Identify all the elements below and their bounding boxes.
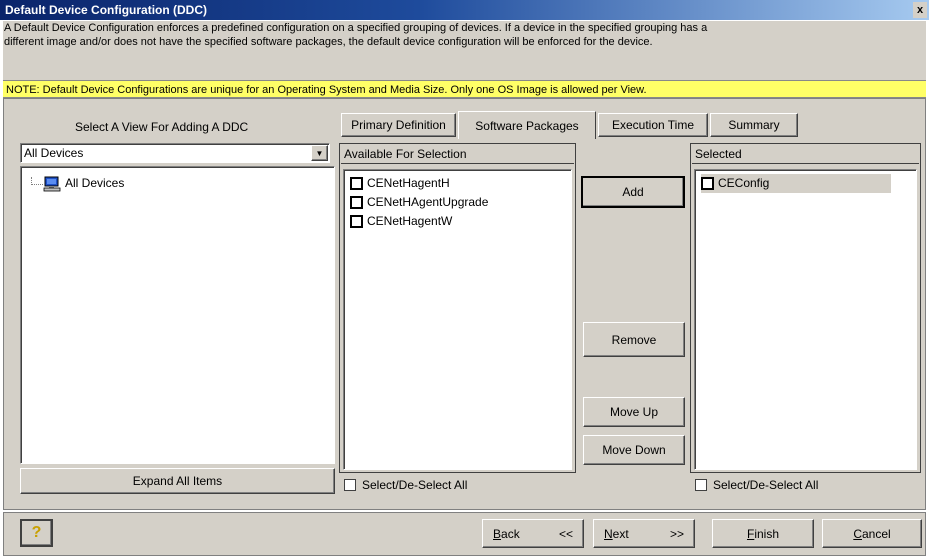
tree-item-all-devices[interactable]: All Devices xyxy=(43,174,124,193)
description-line-2: different image and/or does not have the… xyxy=(4,36,653,48)
back-label: Back xyxy=(493,526,520,541)
checkbox[interactable] xyxy=(350,196,363,209)
list-item-label: CENetHagentH xyxy=(367,176,450,190)
window-title: Default Device Configuration (DDC) xyxy=(0,0,929,20)
note-banner: NOTE: Default Device Configurations are … xyxy=(3,80,926,98)
description-spacer xyxy=(3,66,926,80)
cancel-button[interactable]: Cancel xyxy=(822,519,922,548)
help-button[interactable]: ? xyxy=(20,519,53,547)
checkbox[interactable] xyxy=(350,177,363,190)
available-list[interactable]: CENetHagentH CENetHAgentUpgrade CENetHag… xyxy=(343,169,572,470)
view-select[interactable]: All Devices ▼ xyxy=(20,143,330,163)
view-select-heading: Select A View For Adding A DDC xyxy=(75,120,249,134)
finish-label: Finish xyxy=(746,526,780,541)
checkbox[interactable] xyxy=(350,215,363,228)
chevron-down-icon[interactable]: ▼ xyxy=(311,145,328,161)
tree-connector-vertical xyxy=(31,177,32,185)
description-text: A Default Device Configuration enforces … xyxy=(4,21,922,49)
list-item[interactable]: CEConfig xyxy=(701,174,891,193)
description-line-1: A Default Device Configuration enforces … xyxy=(4,22,708,34)
question-mark-icon: ? xyxy=(31,524,42,541)
selected-list-header: Selected xyxy=(692,145,919,164)
view-tree[interactable]: All Devices xyxy=(20,166,335,464)
tree-connector xyxy=(31,184,43,185)
list-item[interactable]: CENetHAgentUpgrade xyxy=(350,193,488,212)
move-down-button[interactable]: Move Down xyxy=(583,435,685,465)
tab-software-packages[interactable]: Software Packages xyxy=(458,111,596,139)
next-button[interactable]: Next >> xyxy=(593,519,695,548)
list-item-label: CENetHAgentUpgrade xyxy=(367,195,489,209)
select-all-label: Select/De-Select All xyxy=(713,478,819,492)
available-select-all[interactable]: Select/De-Select All xyxy=(344,477,467,493)
next-label: Next xyxy=(604,526,629,541)
list-item-label: CENetHagentW xyxy=(367,214,453,228)
cancel-label: Cancel xyxy=(853,526,891,541)
select-all-checkbox[interactable] xyxy=(344,479,356,491)
back-button[interactable]: Back << xyxy=(482,519,584,548)
available-list-header: Available For Selection xyxy=(341,145,574,164)
remove-button[interactable]: Remove xyxy=(583,322,685,357)
tab-primary-definition[interactable]: Primary Definition xyxy=(341,113,456,137)
add-button[interactable]: Add xyxy=(581,176,685,208)
next-arrows: >> xyxy=(669,526,684,541)
finish-button[interactable]: Finish xyxy=(712,519,814,548)
available-list-frame: Available For Selection CENetHagentH CEN… xyxy=(339,143,576,473)
expand-all-items-button[interactable]: Expand All Items xyxy=(20,468,335,494)
selected-list-frame: Selected CEConfig xyxy=(690,143,921,473)
back-arrows: << xyxy=(558,526,573,541)
tab-summary[interactable]: Summary xyxy=(710,113,798,137)
selected-select-all[interactable]: Select/De-Select All xyxy=(695,477,818,493)
selected-list[interactable]: CEConfig xyxy=(694,169,917,470)
list-item[interactable]: CENetHagentW xyxy=(350,212,452,231)
view-select-value: All Devices xyxy=(24,146,84,160)
computer-icon xyxy=(43,176,61,191)
move-up-button[interactable]: Move Up xyxy=(583,397,685,427)
select-all-label: Select/De-Select All xyxy=(362,478,468,492)
list-item[interactable]: CENetHagentH xyxy=(350,174,450,193)
list-item-label: CEConfig xyxy=(718,176,770,190)
tab-execution-time[interactable]: Execution Time xyxy=(598,113,708,137)
tree-item-label: All Devices xyxy=(65,176,125,190)
close-icon[interactable]: x xyxy=(913,2,927,18)
select-all-checkbox[interactable] xyxy=(695,479,707,491)
checkbox[interactable] xyxy=(701,177,714,190)
